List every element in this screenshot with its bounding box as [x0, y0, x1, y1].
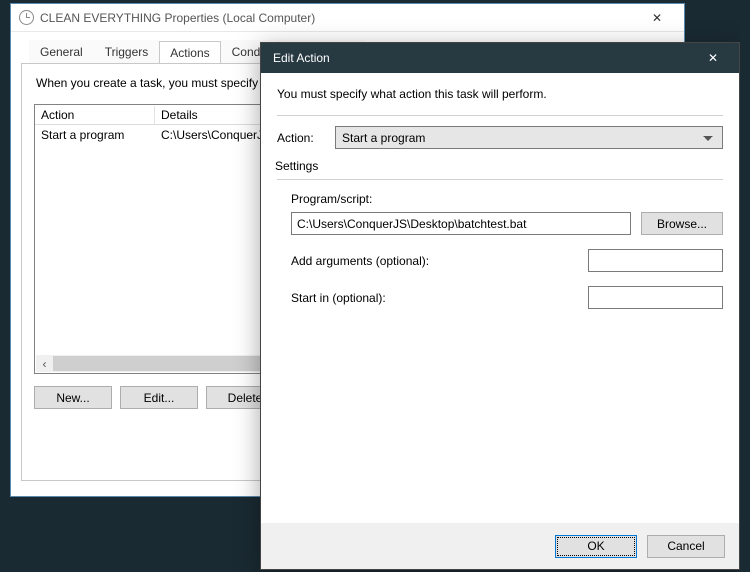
- action-combo[interactable]: Start a program: [335, 126, 723, 149]
- startin-input[interactable]: [588, 286, 723, 309]
- settings-inner: Program/script: Browse... Add arguments …: [277, 179, 723, 309]
- browse-button[interactable]: Browse...: [641, 212, 723, 235]
- program-label: Program/script:: [291, 192, 723, 206]
- dialog-close-button[interactable]: ✕: [693, 46, 733, 70]
- dialog-title: Edit Action: [273, 51, 693, 65]
- tab-actions[interactable]: Actions: [159, 41, 220, 64]
- dialog-titlebar[interactable]: Edit Action ✕: [261, 43, 739, 73]
- new-button[interactable]: New...: [34, 386, 112, 409]
- titlebar[interactable]: CLEAN EVERYTHING Properties (Local Compu…: [11, 4, 684, 32]
- tab-general[interactable]: General: [29, 40, 94, 63]
- task-scheduler-icon: [19, 10, 34, 25]
- settings-group: Settings Program/script: Browse... Add a…: [277, 159, 723, 323]
- arguments-label: Add arguments (optional):: [291, 254, 588, 268]
- cancel-button[interactable]: Cancel: [647, 535, 725, 558]
- window-title: CLEAN EVERYTHING Properties (Local Compu…: [40, 11, 636, 25]
- tab-triggers[interactable]: Triggers: [94, 40, 160, 63]
- action-label: Action:: [277, 131, 335, 145]
- cell-action: Start a program: [35, 126, 155, 144]
- separator: [277, 115, 723, 116]
- settings-legend: Settings: [275, 159, 318, 173]
- edit-action-dialog: Edit Action ✕ You must specify what acti…: [260, 42, 740, 570]
- col-action[interactable]: Action: [35, 106, 155, 124]
- edit-button[interactable]: Edit...: [120, 386, 198, 409]
- dialog-footer: OK Cancel: [261, 523, 739, 569]
- action-row: Action: Start a program: [277, 126, 723, 149]
- program-input[interactable]: [291, 212, 631, 235]
- arguments-input[interactable]: [588, 249, 723, 272]
- ok-button[interactable]: OK: [555, 535, 637, 558]
- startin-label: Start in (optional):: [291, 291, 588, 305]
- program-field: Program/script: Browse...: [291, 192, 723, 235]
- dialog-intro: You must specify what action this task w…: [277, 87, 723, 101]
- arguments-field: Add arguments (optional):: [291, 249, 723, 272]
- close-button[interactable]: ✕: [636, 8, 678, 28]
- dialog-body: You must specify what action this task w…: [261, 73, 739, 523]
- startin-field: Start in (optional):: [291, 286, 723, 309]
- scroll-left-icon[interactable]: ‹: [36, 356, 53, 371]
